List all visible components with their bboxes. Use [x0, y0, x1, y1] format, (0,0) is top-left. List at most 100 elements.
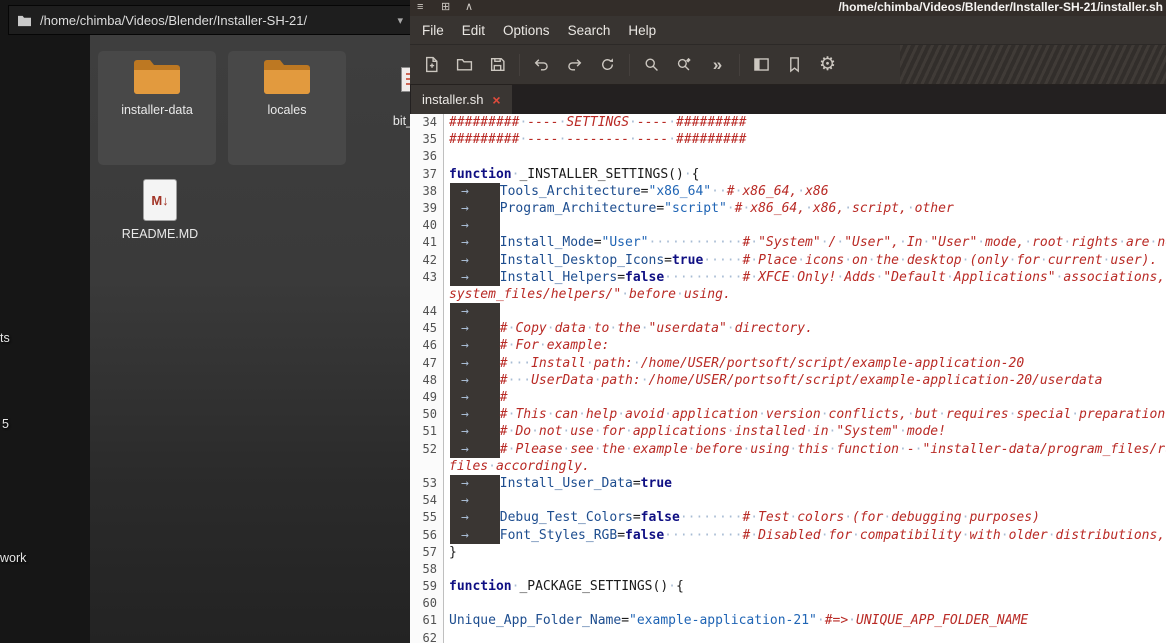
line-number: 53 [410, 474, 444, 493]
code-line: 37 function·_INSTALLER_SETTINGS()·{ [410, 165, 1166, 183]
line-number: 54 [410, 492, 444, 510]
line-number: 59 [410, 578, 444, 596]
shade-icon[interactable]: ∧ [465, 0, 473, 15]
editor-titlebar[interactable]: ≡ ⊞ ∧ /home/chimba/Videos/Blender/Instal… [410, 0, 1166, 16]
toolbar-separator [519, 53, 520, 76]
code-line: 40 → [410, 217, 1166, 235]
file-item-label: locales [267, 103, 307, 117]
toolbar-separator [739, 53, 740, 76]
code-line: 46 → #·For·example: [410, 337, 1166, 355]
line-number: 45 [410, 320, 444, 338]
code-line: system_files/helpers/"·before·using. [410, 285, 1166, 304]
close-icon[interactable]: × [492, 93, 500, 107]
markdown-file-icon: M↓ [143, 179, 177, 221]
line-number: 37 [410, 165, 444, 183]
menu-file[interactable]: File [413, 20, 453, 41]
code-line: 60 [410, 595, 1166, 613]
file-item-locales[interactable]: locales [228, 51, 346, 165]
line-number: 43 [410, 268, 444, 286]
toolbar-separator [629, 53, 630, 76]
line-number: 49 [410, 389, 444, 407]
code-line: 39 → Program_Architecture="script"·#·x86_6… [410, 199, 1166, 218]
editor-menubar: File Edit Options Search Help [410, 16, 1166, 44]
code-line: 47 → #···Install·path:·/home/USER/portsoft… [410, 354, 1166, 372]
tab-label: installer.sh [422, 92, 484, 107]
line-number [410, 285, 444, 304]
file-item-label: installer-data [121, 103, 193, 117]
code-line: 51 → #·Do·not·use·for·applications·install… [410, 423, 1166, 441]
more-tools-icon[interactable]: » [701, 49, 734, 80]
code-line: 36 [410, 148, 1166, 166]
open-folder-icon[interactable] [448, 49, 481, 80]
line-number: 62 [410, 629, 444, 643]
menu-help[interactable]: Help [619, 20, 665, 41]
folder-icon [17, 14, 32, 27]
editor-window: ≡ ⊞ ∧ /home/chimba/Videos/Blender/Instal… [410, 0, 1166, 643]
undo-icon[interactable] [525, 49, 558, 80]
editor-code[interactable]: 34 #########·----·SETTINGS·----·#########… [410, 114, 1166, 643]
code-line: 48 → #···UserData·path:·/home/USER/portsof… [410, 371, 1166, 389]
menu-edit[interactable]: Edit [453, 20, 494, 41]
code-line: 59 function·_PACKAGE_SETTINGS()·{ [410, 578, 1166, 596]
line-number: 61 [410, 612, 444, 630]
file-manager-window: /home/chimba/Videos/Blender/Installer-SH… [8, 5, 412, 643]
save-icon[interactable] [481, 49, 514, 80]
menu-options[interactable]: Options [494, 20, 559, 41]
line-number: 52 [410, 440, 444, 458]
refresh-icon[interactable] [591, 49, 624, 80]
toolbar-drag-area [900, 45, 1166, 84]
file-manager-view[interactable]: installer-data locales bit_col M↓ README… [90, 35, 412, 643]
code-line: 43 → Install_Helpers=false··········#·XFCE… [410, 268, 1166, 286]
code-line: 50 → #·This·can·help·avoid·application·ver… [410, 406, 1166, 424]
line-number: 56 [410, 526, 444, 544]
line-number: 40 [410, 217, 444, 235]
folder-icon [132, 57, 182, 97]
code-line: 44 → [410, 303, 1166, 321]
editor-tabbar: installer.sh × [410, 85, 1166, 114]
code-line: 34 #########·----·SETTINGS·----·######### [410, 114, 1166, 132]
code-line: 62 [410, 629, 1166, 643]
line-number: 42 [410, 251, 444, 269]
desktop-icon-label-fragment[interactable]: ts [0, 331, 10, 345]
line-number: 51 [410, 423, 444, 441]
line-number: 41 [410, 234, 444, 252]
code-line: 42 → Install_Desktop_Icons=true·····#·Plac… [410, 251, 1166, 269]
settings-gear-icon[interactable]: ⚙ [811, 49, 844, 80]
file-item-readme[interactable]: M↓ README.MD [112, 173, 208, 277]
menu-search[interactable]: Search [559, 20, 620, 41]
line-number: 48 [410, 371, 444, 389]
file-item-bit-col[interactable]: bit_col [352, 51, 412, 165]
line-number: 36 [410, 148, 444, 166]
line-number: 58 [410, 560, 444, 579]
line-number: 57 [410, 543, 444, 561]
tab-installer-sh[interactable]: installer.sh × [411, 85, 512, 114]
side-pane-icon[interactable] [745, 49, 778, 80]
line-number [410, 457, 444, 475]
redo-icon[interactable] [558, 49, 591, 80]
code-line: 58 [410, 560, 1166, 579]
line-number: 35 [410, 131, 444, 149]
line-number: 60 [410, 595, 444, 613]
desktop: ts 5 work /home/chimba/Videos/Blender/In… [0, 0, 1166, 643]
location-path: /home/chimba/Videos/Blender/Installer-SH… [40, 12, 308, 28]
code-line: 55 → Debug_Test_Colors=false········#·Test… [410, 509, 1166, 527]
code-line: 52 → #·Please·see·the·example·before·using… [410, 440, 1166, 458]
code-line: 41 → Install_Mode="User"············#·"Sys… [410, 234, 1166, 252]
new-document-icon[interactable] [415, 49, 448, 80]
window-menu-icon[interactable]: ≡ [417, 0, 423, 15]
file-manager-pathbar[interactable]: /home/chimba/Videos/Blender/Installer-SH… [8, 5, 412, 35]
code-line: 57} [410, 543, 1166, 561]
restore-icon[interactable]: ⊞ [441, 0, 450, 15]
chevron-down-icon[interactable]: ▾ [397, 14, 403, 27]
code-line: 38 → Tools_Architecture="x86_64"··#·x86_64… [410, 182, 1166, 200]
desktop-icon-label-fragment[interactable]: 5 [2, 417, 9, 431]
desktop-icon-label-fragment[interactable]: work [0, 551, 26, 565]
code-line: 53 → Install_User_Data=true [410, 474, 1166, 493]
bookmark-icon[interactable] [778, 49, 811, 80]
line-number: 47 [410, 354, 444, 372]
code-line: 35 #########·----·--------·----·######### [410, 131, 1166, 149]
search-icon[interactable] [635, 49, 668, 80]
file-item-installer-data[interactable]: installer-data [98, 51, 216, 165]
folder-icon [262, 57, 312, 97]
search-replace-icon[interactable] [668, 49, 701, 80]
